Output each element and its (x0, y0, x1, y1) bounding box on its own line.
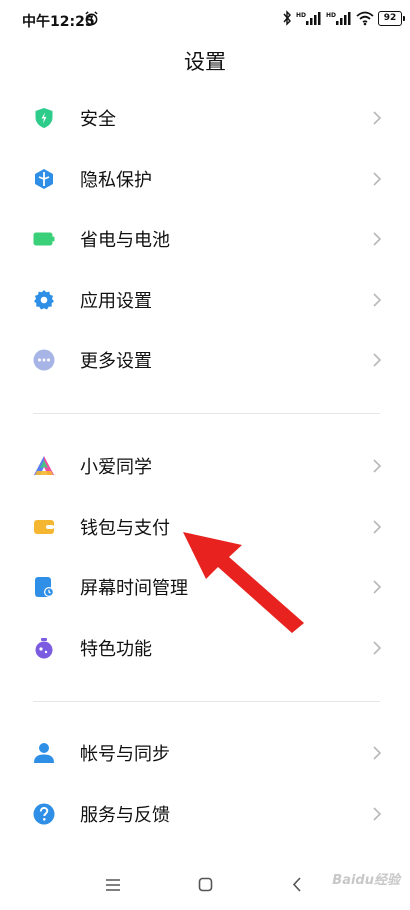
settings-item-label: 隐私保护 (80, 169, 152, 191)
settings-item-label: 小爱同学 (80, 457, 152, 479)
settings-item-account-sync[interactable]: 帐号与同步 (0, 723, 410, 784)
svg-text:HD: HD (296, 12, 306, 19)
settings-item-label: 服务与反馈 (80, 804, 170, 826)
settings-item-service-feedback[interactable]: 服务与反馈 (0, 784, 410, 845)
settings-group-1: 安全 隐私保护 省电与电池 应用设置 更多设置 (0, 88, 410, 391)
settings-item-security[interactable]: 安全 (0, 88, 410, 149)
settings-item-label: 钱包与支付 (80, 517, 170, 539)
bluetooth-icon (283, 10, 291, 26)
flask-icon (35, 637, 53, 659)
help-icon (33, 803, 55, 825)
page-title: 设置 (184, 50, 226, 74)
settings-item-label: 更多设置 (80, 351, 152, 373)
gear-icon (34, 289, 54, 310)
account-icon (34, 743, 54, 764)
settings-item-label: 帐号与同步 (80, 744, 170, 766)
wifi-icon (356, 11, 374, 26)
chevron-right-icon (373, 641, 382, 655)
watermark-logo: Baidu经验 (332, 873, 400, 888)
wallet-icon (34, 519, 54, 534)
settings-group-3: 帐号与同步 服务与反馈 (0, 723, 410, 844)
battery-icon: 92 (378, 11, 405, 26)
chevron-right-icon (373, 459, 382, 473)
settings-item-label: 屏幕时间管理 (80, 578, 188, 600)
signal-hd-icon: HD (296, 12, 321, 25)
privacy-icon (35, 168, 53, 189)
chevron-right-icon (373, 746, 382, 760)
chevron-right-icon (373, 232, 382, 246)
settings-item-battery[interactable]: 省电与电池 (0, 209, 410, 270)
shield-icon (35, 108, 53, 129)
section-divider (33, 701, 380, 702)
chevron-right-icon (373, 172, 382, 186)
signal-hd-icon: HD (326, 12, 351, 25)
svg-text:HD: HD (326, 12, 336, 19)
chevron-right-icon (373, 520, 382, 534)
alarm-icon (85, 11, 98, 26)
chevron-right-icon (373, 353, 382, 367)
more-dots-icon (33, 349, 55, 371)
home-icon[interactable] (198, 877, 213, 892)
back-icon[interactable] (292, 876, 302, 893)
chevron-right-icon (373, 580, 382, 594)
battery-saver-icon (33, 232, 55, 246)
settings-item-more-settings[interactable]: 更多设置 (0, 330, 410, 391)
settings-item-label: 省电与电池 (80, 230, 170, 252)
section-divider (33, 413, 380, 414)
chevron-right-icon (373, 807, 382, 821)
settings-item-label: 应用设置 (80, 290, 152, 312)
annotation-arrow-icon (183, 532, 304, 633)
screen-time-icon (35, 577, 54, 598)
chevron-right-icon (373, 293, 382, 307)
settings-item-label: 安全 (80, 109, 116, 131)
settings-item-label: 特色功能 (80, 638, 152, 660)
chevron-right-icon (373, 111, 382, 125)
menu-icon[interactable] (105, 878, 121, 892)
xiaoai-icon (34, 456, 54, 476)
settings-item-privacy[interactable]: 隐私保护 (0, 149, 410, 210)
settings-item-xiaoai[interactable]: 小爱同学 (0, 436, 410, 497)
status-bar: 中午12:25 HD HD 92 (0, 0, 410, 40)
settings-item-app-settings[interactable]: 应用设置 (0, 270, 410, 331)
